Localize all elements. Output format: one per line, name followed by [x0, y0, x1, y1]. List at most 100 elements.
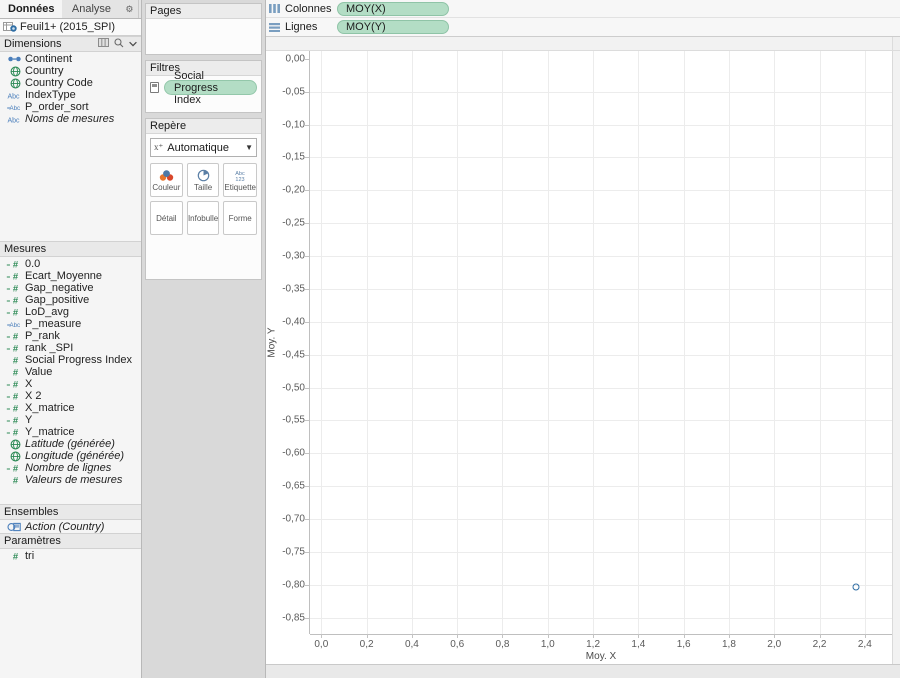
- svg-text:=: =: [7, 346, 11, 353]
- marks-card-dropzone[interactable]: [150, 235, 257, 275]
- chevron-down-icon[interactable]: ▼: [245, 143, 253, 152]
- filter-pill[interactable]: Social Progress Index: [164, 80, 257, 95]
- calc-number-icon: =#: [6, 463, 21, 474]
- measure-field-y-matrice[interactable]: =#Y_matrice: [0, 426, 141, 438]
- scatter-data-point[interactable]: [853, 583, 860, 590]
- datasource-row[interactable]: Feuil1+ (2015_SPI): [0, 19, 141, 36]
- measure-field-x[interactable]: =#X: [0, 378, 141, 390]
- dimension-field-p-order-sort[interactable]: =AbcP_order_sort: [0, 101, 141, 113]
- measure-field-x-matrice[interactable]: =#X_matrice: [0, 402, 141, 414]
- measure-field-lod-avg[interactable]: =#LoD_avg: [0, 306, 141, 318]
- y-axis-tick-mark: [305, 157, 309, 158]
- marks-tooltip-label: Infobulle: [188, 214, 218, 223]
- y-axis-tick-mark: [305, 223, 309, 224]
- chevron-down-icon[interactable]: [129, 38, 137, 50]
- vertical-gridline: [457, 51, 458, 634]
- filter-card-icon[interactable]: [150, 82, 159, 93]
- y-axis[interactable]: 0,00-0,05-0,10-0,15-0,20-0,25-0,30-0,35-…: [279, 51, 309, 634]
- columns-shelf-label: Colonnes: [285, 3, 331, 15]
- dimension-field-continent[interactable]: Continent: [0, 53, 141, 65]
- x-axis-tick-mark: [638, 634, 639, 638]
- filters-card-dropzone[interactable]: Social Progress Index: [146, 76, 261, 112]
- measure-field-0-0[interactable]: =#0.0: [0, 258, 141, 270]
- marks-label-button[interactable]: Abc 123 Etiquette: [223, 163, 257, 197]
- measure-field-y[interactable]: =#Y: [0, 414, 141, 426]
- horizontal-gridline: [310, 355, 892, 356]
- dimension-field-country-code[interactable]: Country Code: [0, 77, 141, 89]
- tab-data[interactable]: Données: [0, 0, 62, 18]
- x-axis-tick-label: 1,8: [722, 639, 736, 650]
- x-axis-spacer: [266, 634, 310, 664]
- svg-text:#: #: [13, 259, 19, 269]
- measure-field-value[interactable]: #Value: [0, 366, 141, 378]
- y-axis-tick-mark: [305, 92, 309, 93]
- y-axis-tick-mark: [305, 256, 309, 257]
- search-icon[interactable]: [114, 38, 124, 51]
- svg-text:#: #: [13, 271, 19, 281]
- y-axis-tick-mark: [305, 519, 309, 520]
- y-axis-tick-label: -0,30: [282, 251, 305, 262]
- marks-color-button[interactable]: Couleur: [150, 163, 183, 197]
- marks-type-select[interactable]: x⁺ Automatique ▼: [150, 138, 257, 157]
- x-axis-line: [310, 634, 892, 635]
- field-label: Longitude (générée): [25, 450, 124, 462]
- dimension-field-noms-de-mesures[interactable]: AbcNoms de mesures: [0, 113, 141, 125]
- tab-analysis[interactable]: Analyse: [62, 0, 120, 18]
- scatter-plot-area[interactable]: [310, 51, 892, 634]
- rows-pill[interactable]: MOY(Y): [337, 20, 449, 34]
- measure-field-p-rank[interactable]: =#P_rank: [0, 330, 141, 342]
- svg-text:=: =: [7, 310, 11, 317]
- number-icon: #: [6, 355, 21, 366]
- measure-field-nombre-de-lignes[interactable]: =#Nombre de lignes: [0, 462, 141, 474]
- measure-field-gap-positive[interactable]: =#Gap_positive: [0, 294, 141, 306]
- vertical-gridline: [548, 51, 549, 634]
- gear-icon[interactable]: ⚙: [120, 0, 138, 18]
- measure-field-latitude-g-n-r-e[interactable]: Latitude (générée): [0, 438, 141, 450]
- measure-field-rank-spi[interactable]: =#rank _SPI: [0, 342, 141, 354]
- columns-shelf-label-group: Colonnes: [269, 3, 337, 15]
- set-icon: [6, 522, 21, 533]
- pages-card-dropzone[interactable]: [146, 19, 261, 54]
- columns-shelf[interactable]: Colonnes MOY(X): [266, 0, 900, 18]
- measure-field-x-2[interactable]: =#X 2: [0, 390, 141, 402]
- dimension-field-country[interactable]: Country: [0, 65, 141, 77]
- calc-number-icon: =#: [6, 343, 21, 354]
- parameter-field-tri[interactable]: #tri: [0, 550, 141, 562]
- marks-detail-button[interactable]: Détail: [150, 201, 183, 235]
- x-axis[interactable]: Moy. X 0,00,20,40,60,81,01,21,41,61,82,0…: [310, 634, 892, 664]
- svg-text:#: #: [13, 463, 19, 473]
- vertical-gridline: [367, 51, 368, 634]
- horizontal-gridline: [310, 322, 892, 323]
- marks-card-body: x⁺ Automatique ▼ Couleur: [146, 134, 261, 279]
- dimension-field-indextype[interactable]: AbcIndexType: [0, 89, 141, 101]
- svg-text:=: =: [7, 394, 11, 401]
- field-label: P_rank: [25, 330, 60, 342]
- horizontal-gridline: [310, 157, 892, 158]
- rows-pill-wrap: MOY(Y): [337, 20, 449, 34]
- measure-field-gap-negative[interactable]: =#Gap_negative: [0, 282, 141, 294]
- marks-tooltip-button[interactable]: Infobulle: [187, 201, 220, 235]
- y-axis-title-label: Moy. Y: [267, 327, 278, 357]
- columns-pill[interactable]: MOY(X): [337, 2, 449, 16]
- marks-size-button[interactable]: Taille: [187, 163, 220, 197]
- set-field-action-country[interactable]: Action (Country): [0, 521, 141, 533]
- y-axis-tick-mark: [305, 190, 309, 191]
- measure-field-social-progress-index[interactable]: #Social Progress Index: [0, 354, 141, 366]
- field-label: Value: [25, 366, 52, 378]
- grid-icon[interactable]: [98, 38, 109, 50]
- rows-shelf-label: Lignes: [285, 21, 317, 33]
- measure-field-ecart-moyenne[interactable]: =#Ecart_Moyenne: [0, 270, 141, 282]
- rows-shelf[interactable]: Lignes MOY(Y): [266, 18, 900, 36]
- measure-field-p-measure[interactable]: =AbcP_measure: [0, 318, 141, 330]
- y-axis-title: Moy. Y: [266, 51, 279, 634]
- field-label: Continent: [25, 53, 72, 65]
- sets-header: Ensembles: [0, 504, 141, 520]
- viz-vertical-scrollbar[interactable]: [892, 51, 900, 664]
- svg-text:=: =: [7, 334, 11, 341]
- y-axis-tick-mark: [305, 125, 309, 126]
- horizontal-gridline: [310, 486, 892, 487]
- measure-field-valeurs-de-mesures[interactable]: #Valeurs de mesures: [0, 474, 141, 486]
- y-axis-tick-label: -0,15: [282, 152, 305, 163]
- marks-shape-button[interactable]: Forme: [223, 201, 257, 235]
- measure-field-longitude-g-n-r-e[interactable]: Longitude (générée): [0, 450, 141, 462]
